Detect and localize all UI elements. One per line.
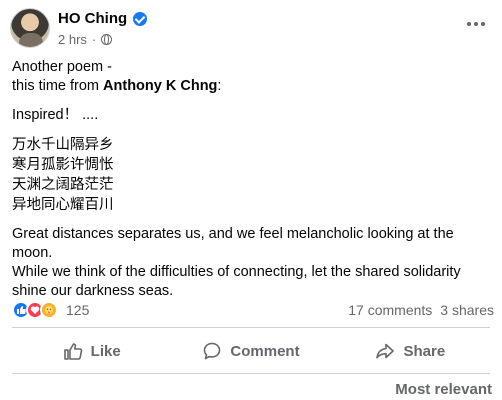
share-icon: [376, 343, 395, 359]
globe-icon[interactable]: [101, 34, 113, 45]
divider: [12, 373, 490, 374]
share-button[interactable]: Share: [331, 331, 490, 371]
dot-icon: [467, 22, 471, 26]
sort-comments-button[interactable]: Most relevant: [395, 381, 492, 398]
post-header: HO Ching 2 hrs ·: [10, 6, 494, 52]
poem: 万水千山隔异乡 寒月孤影许惆怅 天渊之阔路茫茫 异地同心耀百川: [12, 135, 488, 215]
avatar[interactable]: [10, 8, 50, 48]
poem-line: 万水千山隔异乡: [12, 137, 114, 153]
intro-line2-suffix: :: [217, 78, 222, 94]
paragraph: While we think of the difficulties of co…: [12, 264, 461, 299]
intro-line1: Another poem -: [12, 59, 112, 75]
author-name-text[interactable]: HO Ching: [58, 10, 127, 27]
comment-icon: [204, 342, 221, 360]
intro: Another poem - this time from Anthony K …: [12, 58, 488, 96]
share-label: Share: [403, 342, 446, 360]
reactions-count[interactable]: 125: [66, 302, 89, 318]
post-content: Another poem - this time from Anthony K …: [12, 58, 488, 301]
intro-author-link[interactable]: Anthony K Chng: [103, 78, 217, 94]
comment-label: Comment: [230, 342, 300, 360]
dot-icon: [481, 22, 485, 26]
post-time[interactable]: 2 hrs: [58, 32, 87, 47]
dot-icon: [474, 22, 478, 26]
like-label: Like: [90, 342, 121, 360]
reaction-icons[interactable]: [12, 301, 58, 319]
inspired-line: Inspired！ ....: [12, 107, 99, 123]
intro-line2-prefix: this time from: [12, 78, 104, 94]
poem-line: 天渊之阔路茫茫: [12, 177, 114, 193]
comment-button[interactable]: Comment: [171, 331, 330, 371]
poem-line: 寒月孤影许惆怅: [12, 157, 114, 173]
verified-badge-icon: [133, 11, 148, 26]
care-reaction-icon: [40, 301, 58, 319]
reaction-stats: 125 17 comments 3 shares: [12, 300, 494, 320]
like-button[interactable]: Like: [12, 331, 171, 371]
poem-line: 异地同心耀百川: [12, 197, 114, 213]
paragraph: Great distances separates us, and we fee…: [12, 226, 454, 261]
meta-separator: ·: [91, 32, 97, 47]
comments-count[interactable]: 17 comments: [348, 302, 432, 318]
more-options-button[interactable]: [462, 14, 490, 34]
author-name[interactable]: HO Ching: [58, 10, 148, 27]
engagement-counts: 17 comments 3 shares: [348, 302, 494, 318]
thumbs-up-icon: [63, 343, 82, 360]
shares-count[interactable]: 3 shares: [440, 302, 494, 318]
divider: [12, 327, 490, 328]
post-meta: 2 hrs ·: [58, 32, 113, 47]
action-bar: Like Comment Share: [12, 331, 490, 371]
